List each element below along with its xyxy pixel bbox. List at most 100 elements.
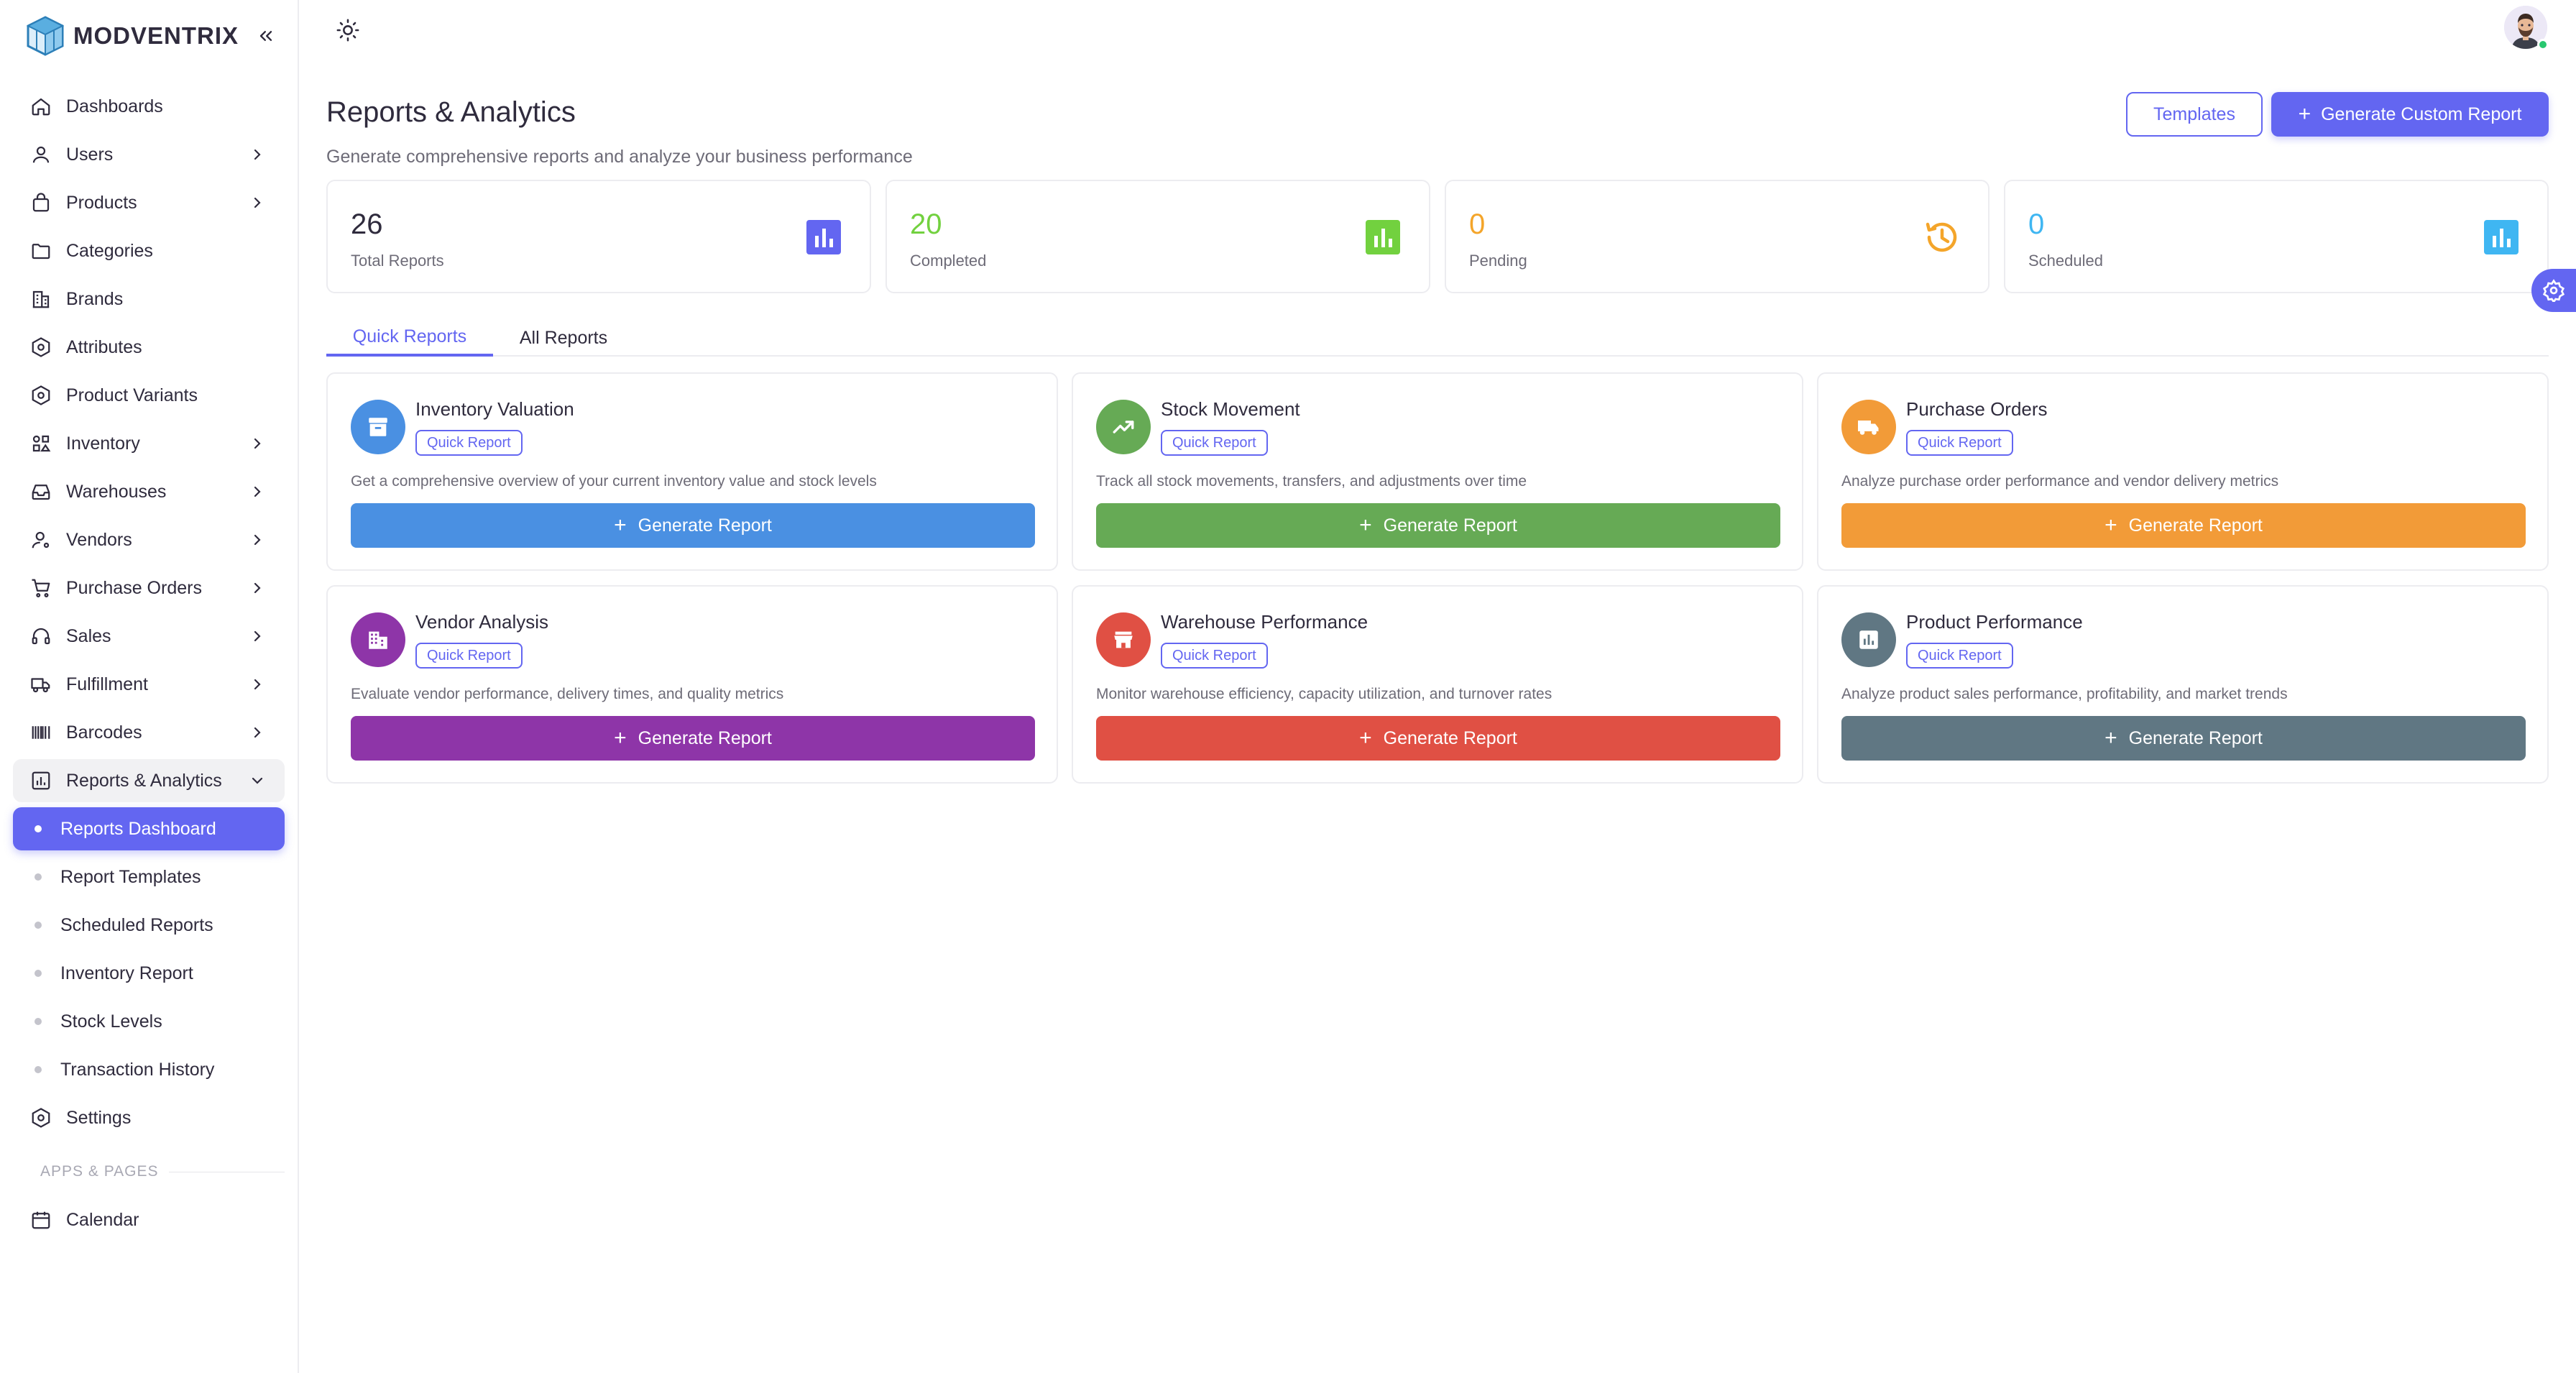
report-card-stock-movement: Stock Movement Quick Report Track all st… [1072, 372, 1803, 571]
stat-label: Completed [910, 252, 987, 270]
generate-report-button[interactable]: + Generate Report [351, 503, 1035, 548]
stat-value: 20 [910, 208, 942, 240]
report-card-warehouse-performance: Warehouse Performance Quick Report Monit… [1072, 585, 1803, 784]
sidebar-subitem-label: Transaction History [60, 1059, 215, 1080]
generate-custom-report-button[interactable]: + Generate Custom Report [2271, 92, 2549, 137]
generate-report-label: Generate Report [638, 727, 772, 748]
chevron-right-icon [254, 149, 261, 160]
sidebar: MODVENTRIX Dashboards Users Products Cat… [0, 0, 299, 1373]
sidebar-item-label: Users [66, 144, 114, 165]
sidebar-subitem-transaction-history[interactable]: Transaction History [13, 1048, 285, 1091]
tab-label: Quick Reports [352, 326, 467, 346]
sidebar-item-barcodes[interactable]: Barcodes [13, 711, 285, 754]
sidebar-item-sales[interactable]: Sales [13, 615, 285, 658]
user-icon [29, 142, 53, 167]
sidebar-item-label: Settings [66, 1107, 132, 1128]
inbox-icon [29, 479, 53, 504]
sidebar-subitem-reports-dashboard[interactable]: Reports Dashboard [13, 807, 285, 850]
sidebar-item-brands[interactable]: Brands [13, 277, 285, 321]
stat-label: Total Reports [351, 252, 444, 270]
templates-button[interactable]: Templates [2126, 92, 2263, 137]
plus-icon: + [1359, 513, 1372, 537]
truck-icon [29, 672, 53, 697]
generate-report-button[interactable]: + Generate Report [351, 716, 1035, 761]
sidebar-item-categories[interactable]: Categories [13, 229, 285, 272]
sidebar-item-users[interactable]: Users [13, 133, 285, 176]
plus-icon: + [2104, 726, 2117, 750]
sidebar-subitem-label: Scheduled Reports [60, 914, 213, 935]
sidebar-item-label: Categories [66, 240, 153, 261]
generate-report-label: Generate Report [2128, 727, 2263, 748]
sidebar-item-attributes[interactable]: Attributes [13, 326, 285, 369]
chevron-right-icon [254, 486, 261, 497]
chevron-right-icon [254, 679, 261, 690]
sidebar-subitem-stock-levels[interactable]: Stock Levels [13, 1000, 285, 1043]
report-description: Get a comprehensive overview of your cur… [351, 473, 877, 490]
sidebar-item-warehouses[interactable]: Warehouses [13, 470, 285, 513]
online-status-dot [2537, 39, 2549, 50]
stat-value: 0 [2028, 208, 2045, 240]
report-tabs: Quick Reports All Reports [326, 319, 2549, 357]
hexagon-settings-icon [29, 335, 53, 359]
stat-label: Scheduled [2028, 252, 2103, 270]
quick-report-badge: Quick Report [1161, 430, 1268, 456]
chevron-right-icon [254, 727, 261, 738]
sidebar-item-products[interactable]: Products [13, 181, 285, 224]
collapse-sidebar-button[interactable] [253, 23, 279, 49]
store-icon [1096, 612, 1151, 667]
sidebar-item-label: Barcodes [66, 722, 142, 743]
brand-name: MODVENTRIX [73, 22, 239, 49]
sidebar-item-product-variants[interactable]: Product Variants [13, 374, 285, 417]
report-description: Evaluate vendor performance, delivery ti… [351, 686, 784, 702]
sidebar-subitem-scheduled-reports[interactable]: Scheduled Reports [13, 904, 285, 947]
bar-chart-icon [2484, 220, 2518, 254]
report-title: Inventory Valuation [415, 398, 574, 420]
sun-icon [336, 19, 359, 42]
brand[interactable]: MODVENTRIX [24, 14, 239, 58]
generate-report-label: Generate Report [1383, 727, 1517, 748]
generate-report-button[interactable]: + Generate Report [1096, 503, 1780, 548]
sidebar-subitem-inventory-report[interactable]: Inventory Report [13, 952, 285, 995]
generate-custom-report-label: Generate Custom Report [2321, 104, 2522, 124]
tab-all-reports[interactable]: All Reports [493, 319, 634, 357]
sidebar-item-settings[interactable]: Settings [13, 1096, 285, 1139]
tab-quick-reports[interactable]: Quick Reports [326, 319, 493, 357]
bullet-icon [34, 922, 42, 929]
sidebar-item-label: Inventory [66, 433, 140, 454]
report-card-vendor-analysis: Vendor Analysis Quick Report Evaluate ve… [326, 585, 1058, 784]
sidebar-item-label: Calendar [66, 1209, 139, 1230]
sidebar-item-label: Fulfillment [66, 674, 148, 694]
logo-icon [26, 16, 65, 56]
generate-report-button[interactable]: + Generate Report [1096, 716, 1780, 761]
sidebar-item-calendar[interactable]: Calendar [13, 1198, 285, 1241]
shapes-icon [29, 431, 53, 456]
section-label: APPS & PAGES [40, 1163, 159, 1180]
theme-toggle-button[interactable] [332, 14, 364, 46]
sidebar-item-vendors[interactable]: Vendors [13, 518, 285, 561]
stat-card-scheduled: 0 Scheduled [2004, 180, 2549, 293]
sidebar-item-fulfillment[interactable]: Fulfillment [13, 663, 285, 706]
bullet-icon [34, 970, 42, 977]
generate-report-label: Generate Report [2128, 515, 2263, 536]
sidebar-item-purchase-orders[interactable]: Purchase Orders [13, 566, 285, 610]
chevron-right-icon [254, 197, 261, 208]
generate-report-button[interactable]: + Generate Report [1841, 716, 2526, 761]
chevron-right-icon [254, 630, 261, 642]
quick-report-badge: Quick Report [1161, 643, 1268, 669]
history-icon [1926, 222, 1957, 252]
generate-report-button[interactable]: + Generate Report [1841, 503, 2526, 548]
customizer-settings-button[interactable] [2531, 269, 2576, 312]
page-title: Reports & Analytics [326, 96, 576, 128]
user-pin-icon [29, 528, 53, 552]
report-description: Monitor warehouse efficiency, capacity u… [1096, 686, 1552, 702]
sidebar-item-label: Products [66, 192, 137, 213]
sidebar-item-label: Vendors [66, 529, 132, 550]
sidebar-item-label: Dashboards [66, 96, 163, 116]
sidebar-subitem-report-templates[interactable]: Report Templates [13, 855, 285, 899]
sidebar-item-dashboards[interactable]: Dashboards [13, 85, 285, 128]
sidebar-item-inventory[interactable]: Inventory [13, 422, 285, 465]
sidebar-item-label: Product Variants [66, 385, 198, 405]
report-description: Track all stock movements, transfers, an… [1096, 473, 1527, 490]
sidebar-item-reports-analytics[interactable]: Reports & Analytics [13, 759, 285, 802]
sidebar-subitem-label: Reports Dashboard [60, 818, 216, 839]
